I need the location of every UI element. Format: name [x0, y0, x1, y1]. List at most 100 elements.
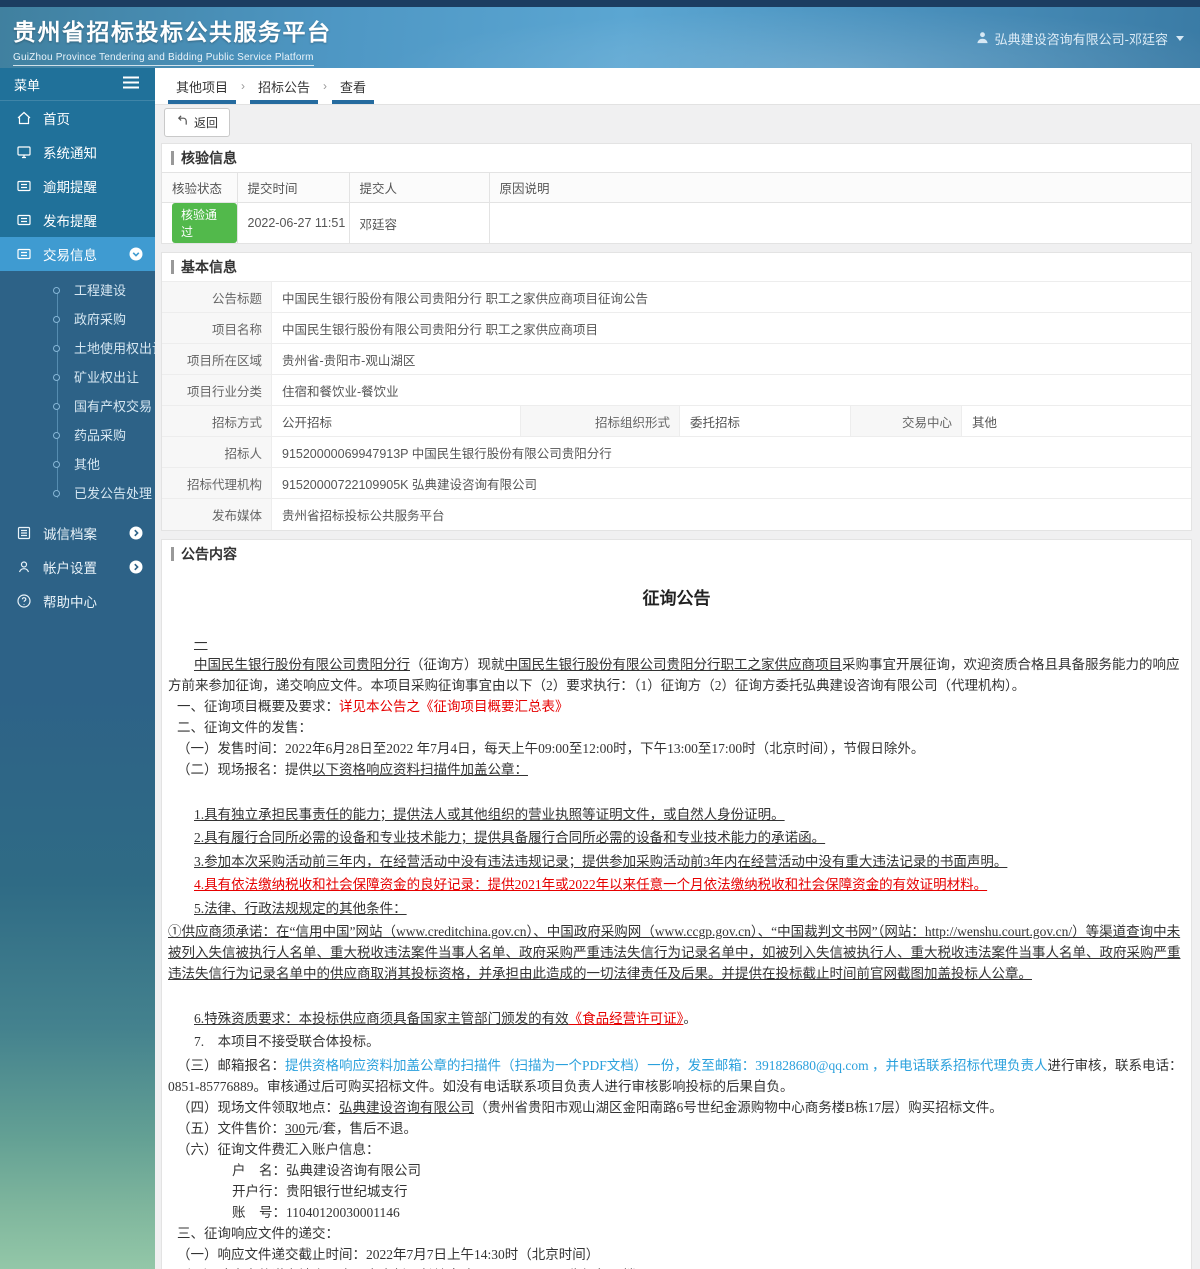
- text-segment: 提供资格响应资料加盖公章的扫描件（扫描为一个PDF文档）一份，发至邮箱：3918…: [285, 1057, 1048, 1073]
- column-header: 提交时间: [237, 172, 350, 203]
- text-segment: （二）现场报名：提供: [177, 762, 312, 777]
- sidebar-subitem-mining-rights[interactable]: 矿业权出让: [0, 363, 155, 392]
- text-segment: （贵州省贵阳市观山湖区金阳南路6号世纪金源购物中心商务楼B栋17层）购买招标文件…: [474, 1099, 1003, 1115]
- user-menu[interactable]: 弘典建设咨询有限公司-邓廷容: [976, 29, 1184, 48]
- sidebar-subitem-government-procurement[interactable]: 政府采购: [0, 305, 155, 334]
- sidebar-item-trade-info[interactable]: 交易信息: [0, 237, 155, 271]
- sidebar-subitem-land-use-rights[interactable]: 土地使用权出让: [0, 334, 155, 363]
- announcement-paragraph: 户 名：弘典建设咨询有限公司: [168, 1160, 1185, 1181]
- text-segment: 3.参加本次采购活动前三年内，在经营活动中没有违法违规记录；提供参加采购活动前3…: [194, 853, 1008, 869]
- field-label: 项目行业分类: [162, 375, 272, 405]
- announcement-paragraph: 6.特殊资质要求：本投标供应商须具备国家主管部门颁发的有效《食品经营许可证》。: [168, 1008, 1185, 1029]
- announcement-paragraph: （二）现场报名：提供以下资格响应资料扫描件加盖公章：: [168, 759, 1185, 780]
- announcement-paragraph: 2.具有履行合同所必需的设备和专业技术能力；提供具备履行合同所必需的设备和专业技…: [168, 827, 1185, 848]
- sidebar-subitem-other[interactable]: 其他: [0, 450, 155, 479]
- announcement-paragraph: （三）邮箱报名：提供资格响应资料加盖公章的扫描件（扫描为一个PDF文档）一份，发…: [168, 1055, 1185, 1097]
- table-row: 项目所在区域 贵州省-贵阳市-观山湖区: [162, 344, 1191, 375]
- breadcrumb-item[interactable]: 其他项目: [168, 68, 237, 104]
- text-segment: 账 号：11040120030001146: [232, 1204, 400, 1220]
- column-header: 核验状态: [162, 172, 238, 203]
- text-segment: 2.具有履行合同所必需的设备和专业技术能力；提供具备履行合同所必需的设备和专业技…: [194, 830, 826, 845]
- text-segment: （六）征询文件费汇入账户信息：: [177, 1141, 380, 1157]
- field-value: 贵州省招标投标公共服务平台: [282, 509, 445, 523]
- field-value: 中国民生银行股份有限公司贵阳分行 职工之家供应商项目征询公告: [282, 291, 648, 306]
- toolbar: 返回: [155, 105, 1200, 139]
- menu-label: 菜单: [14, 77, 41, 93]
- sidebar-subitem-drug-procurement[interactable]: 药品采购: [0, 421, 155, 450]
- sidebar-item-publish-reminder[interactable]: 发布提醒: [0, 203, 155, 237]
- announcement-paragraph: 4.具有依法缴纳税收和社会保障资金的良好记录：提供2021年或2022年以来任意…: [168, 874, 1185, 895]
- basic-info-section-title: 基本信息: [162, 253, 1191, 281]
- announcement-body: 征询公告 一中国民生银行股份有限公司贵阳分行（征询方）现就中国民生银行股份有限公…: [162, 568, 1191, 1269]
- text-segment: （征询方）现就: [410, 657, 505, 672]
- text-segment: ①供应商须承诺：在“信用中国”网站（www.creditchina.gov.cn…: [168, 924, 1181, 981]
- basic-info-table: 公告标题 中国民生银行股份有限公司贵阳分行 职工之家供应商项目征询公告 项目名称…: [162, 281, 1191, 530]
- announcement-paragraph: 3.参加本次采购活动前三年内，在经营活动中没有违法违规记录；提供参加采购活动前3…: [168, 851, 1185, 872]
- submitter: 邓廷容: [349, 202, 490, 243]
- field-label: 招标方式: [162, 406, 272, 436]
- reason: [489, 202, 1191, 243]
- sidebar-item-help-center[interactable]: 帮助中心: [0, 584, 155, 618]
- field-value: 贵州省-贵阳市-观山湖区: [282, 353, 416, 368]
- chevron-down-circle-icon: [129, 247, 143, 261]
- brand: 贵州省招标投标公共服务平台 GuiZhou Province Tendering…: [13, 13, 332, 66]
- announcement-paragraph: 中国民生银行股份有限公司贵阳分行（征询方）现就中国民生银行股份有限公司贵阳分行职…: [168, 654, 1185, 696]
- user-name: 弘典建设咨询有限公司-邓廷容: [994, 32, 1168, 47]
- sidebar-item-credit-archive[interactable]: 诚信档案: [0, 516, 155, 550]
- column-header: 原因说明: [489, 172, 1191, 203]
- announcement-title: 征询公告: [642, 589, 711, 608]
- sidebar-subitem-state-owned-property[interactable]: 国有产权交易: [0, 392, 155, 421]
- table-row: 招标方式 公开招标 招标组织形式 委托招标 交易中心 其他: [162, 406, 1191, 437]
- sidebar-subitem-published-announcements[interactable]: 已发公告处理: [0, 479, 155, 508]
- field-value: 公开招标: [282, 415, 333, 430]
- hamburger-icon[interactable]: [122, 76, 140, 92]
- sidebar-item-label: 帮助中心: [43, 595, 97, 610]
- announcement-paragraph: ①供应商须承诺：在“信用中国”网站（www.creditchina.gov.cn…: [168, 921, 1185, 984]
- field-label: 公告标题: [162, 282, 272, 312]
- text-segment: 300: [285, 1120, 306, 1136]
- sidebar-item-overdue-reminder[interactable]: 逾期提醒: [0, 169, 155, 203]
- sidebar-subitem-project-construction[interactable]: 工程建设: [0, 276, 155, 305]
- sidebar-item-account-settings[interactable]: 帐户设置: [0, 550, 155, 584]
- monitor-icon: [16, 144, 32, 160]
- back-icon: [176, 114, 189, 130]
- announcement-paragraph: 一、征询项目概要及要求：详见本公告之《征询项目概要汇总表》: [168, 696, 1185, 717]
- sidebar-item-system-notice[interactable]: 系统通知: [0, 135, 155, 169]
- field-label: 项目所在区域: [162, 344, 272, 374]
- table-row: 核验通过 2022-06-27 11:51 邓廷容: [162, 202, 1191, 243]
- announcement-paragraph: 一: [168, 633, 1185, 654]
- announcement-paragraph: （一）发售时间：2022年6月28日至2022 年7月4日，每天上午09:00至…: [168, 738, 1185, 759]
- text-segment: 7. 本项目不接受联合体投标。: [194, 1034, 380, 1049]
- sidebar-item-label: 首页: [43, 112, 70, 127]
- announcement-paragraph: （二）响应文件递交地点：贵阳市高新区长岭南路33号天一国际民生银行21楼: [168, 1265, 1185, 1269]
- breadcrumb: 其他项目 › 招标公告 › 查看: [155, 68, 1200, 105]
- announcement-paragraph: 1.具有独立承担民事责任的能力；提供法人或其他组织的营业执照等证明文件，或自然人…: [168, 804, 1185, 825]
- field-label: 招标组织形式: [520, 406, 680, 436]
- back-button[interactable]: 返回: [164, 107, 231, 137]
- breadcrumb-item[interactable]: 招标公告: [250, 68, 319, 104]
- sidebar-item-home[interactable]: 首页: [0, 101, 155, 135]
- text-segment: 中国民生银行股份有限公司贵阳分行职工之家供应商项目: [504, 657, 843, 672]
- table-row: 项目行业分类 住宿和餐饮业-餐饮业: [162, 375, 1191, 406]
- announcement-paragraph: （六）征询文件费汇入账户信息：: [168, 1139, 1185, 1160]
- back-button-label: 返回: [194, 115, 219, 130]
- announcement-paragraph: 二、征询文件的发售：: [168, 717, 1185, 738]
- table-row: 招标代理机构 91520000722109905K 弘典建设咨询有限公司: [162, 468, 1191, 499]
- app-header: 贵州省招标投标公共服务平台 GuiZhou Province Tendering…: [0, 0, 1200, 68]
- platform-title: 贵州省招标投标公共服务平台: [13, 19, 332, 45]
- text-segment: 5.法律、行政法规规定的其他条件：: [194, 900, 407, 916]
- sidebar-menu-header[interactable]: 菜单: [0, 68, 155, 101]
- breadcrumb-separator: ›: [323, 79, 328, 93]
- announcement-paragraph: 5.法律、行政法规规定的其他条件：: [168, 898, 1185, 919]
- breadcrumb-item[interactable]: 查看: [332, 68, 375, 104]
- status-badge: 核验通过: [172, 203, 237, 243]
- table-row: 招标人 91520000069947913P 中国民生银行股份有限公司贵阳分行: [162, 437, 1191, 468]
- verification-section: 核验信息 核验状态 提交时间 提交人 原因说明 核验通过 2022-06-27 …: [161, 143, 1192, 244]
- field-value: 其他: [972, 415, 998, 430]
- submit-time: 2022-06-27 11:51: [237, 202, 350, 243]
- chevron-down-icon: [1176, 36, 1184, 41]
- text-segment: 中国民生银行股份有限公司贵阳分行: [194, 657, 410, 672]
- text-segment: 元/套，售后不退。: [305, 1120, 418, 1136]
- folder-icon: [16, 246, 32, 262]
